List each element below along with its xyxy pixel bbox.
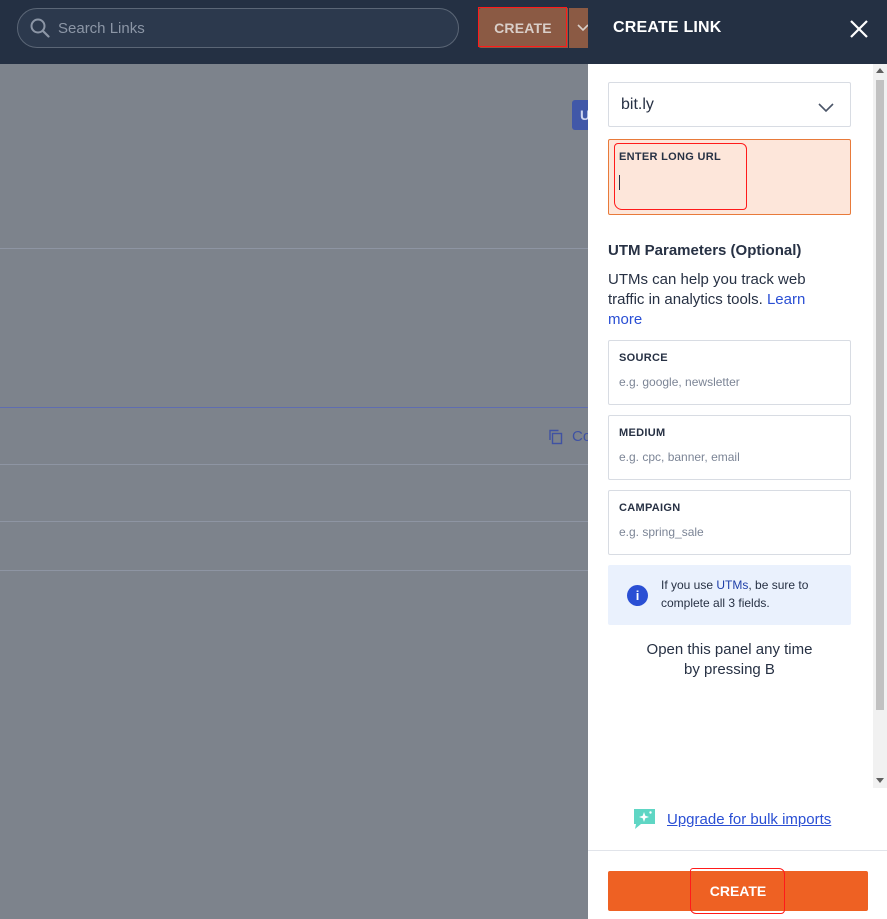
copy-icon xyxy=(549,429,563,444)
close-icon[interactable] xyxy=(848,18,870,40)
sparkle-chat-icon xyxy=(633,808,656,830)
utm-medium-label: MEDIUM xyxy=(619,427,666,439)
scrollbar-thumb[interactable] xyxy=(876,80,884,710)
utm-source-field[interactable]: SOURCE xyxy=(608,340,851,405)
chevron-down-icon xyxy=(818,100,834,118)
scroll-up-arrow-icon[interactable] xyxy=(876,68,884,73)
divider xyxy=(0,464,588,465)
search-icon xyxy=(30,18,50,38)
scroll-down-arrow-icon[interactable] xyxy=(876,778,884,783)
utm-medium-field[interactable]: MEDIUM xyxy=(608,415,851,480)
create-dropdown-chevron-icon[interactable] xyxy=(569,8,589,48)
shortcut-line-1: Open this panel any time xyxy=(646,641,813,658)
background-copy-button: Co xyxy=(548,428,588,445)
utm-source-label: SOURCE xyxy=(619,352,668,364)
utm-medium-input[interactable] xyxy=(619,450,839,464)
create-link-panel: CREATE LINK bit.ly ENTER LONG URL UTM Pa… xyxy=(588,0,887,919)
utm-campaign-input[interactable] xyxy=(619,525,839,539)
search-bar[interactable] xyxy=(17,8,459,48)
utm-campaign-field[interactable]: CAMPAIGN xyxy=(608,490,851,555)
info-icon: i xyxy=(627,585,648,606)
utm-campaign-label: CAMPAIGN xyxy=(619,502,681,514)
keyboard-shortcut-hint: Open this panel any time by pressing B xyxy=(608,640,851,680)
utm-description: UTMs can help you track web traffic in a… xyxy=(608,270,838,330)
domain-select[interactable]: bit.ly xyxy=(608,82,851,127)
create-button[interactable]: CREATE xyxy=(608,871,868,911)
create-button-top-label: CREATE xyxy=(494,20,552,36)
panel-scrollbar[interactable] xyxy=(873,64,887,788)
create-button-top[interactable]: CREATE xyxy=(478,8,568,48)
panel-header: CREATE LINK xyxy=(588,0,887,64)
divider xyxy=(0,248,588,249)
utm-source-input[interactable] xyxy=(619,375,839,389)
domain-select-value: bit.ly xyxy=(621,95,654,113)
divider xyxy=(0,521,588,522)
utm-info-box: i If you use UTMs, be sure to complete a… xyxy=(608,565,851,625)
upgrade-bulk-imports[interactable]: Upgrade for bulk imports xyxy=(633,808,831,830)
upgrade-link[interactable]: Upgrade for bulk imports xyxy=(667,811,831,828)
panel-title: CREATE LINK xyxy=(613,19,722,36)
search-input[interactable] xyxy=(58,19,438,37)
utm-section-title: UTM Parameters (Optional) xyxy=(608,242,802,259)
long-url-label: ENTER LONG URL xyxy=(619,151,721,163)
background-button: U xyxy=(572,100,588,130)
info-text-prefix: If you use xyxy=(661,578,717,592)
divider xyxy=(0,407,588,408)
footer-divider xyxy=(588,850,887,851)
copy-label: Co xyxy=(572,428,588,445)
text-cursor xyxy=(619,175,620,190)
info-text-highlight: UTMs xyxy=(716,578,749,592)
background-button-label: U xyxy=(580,107,588,123)
long-url-field[interactable]: ENTER LONG URL xyxy=(608,139,851,215)
utm-info-text: If you use UTMs, be sure to complete all… xyxy=(661,576,841,612)
shortcut-line-2: by pressing B xyxy=(684,661,775,678)
panel-scroll-area: bit.ly ENTER LONG URL UTM Parameters (Op… xyxy=(588,64,887,788)
divider xyxy=(0,570,588,571)
